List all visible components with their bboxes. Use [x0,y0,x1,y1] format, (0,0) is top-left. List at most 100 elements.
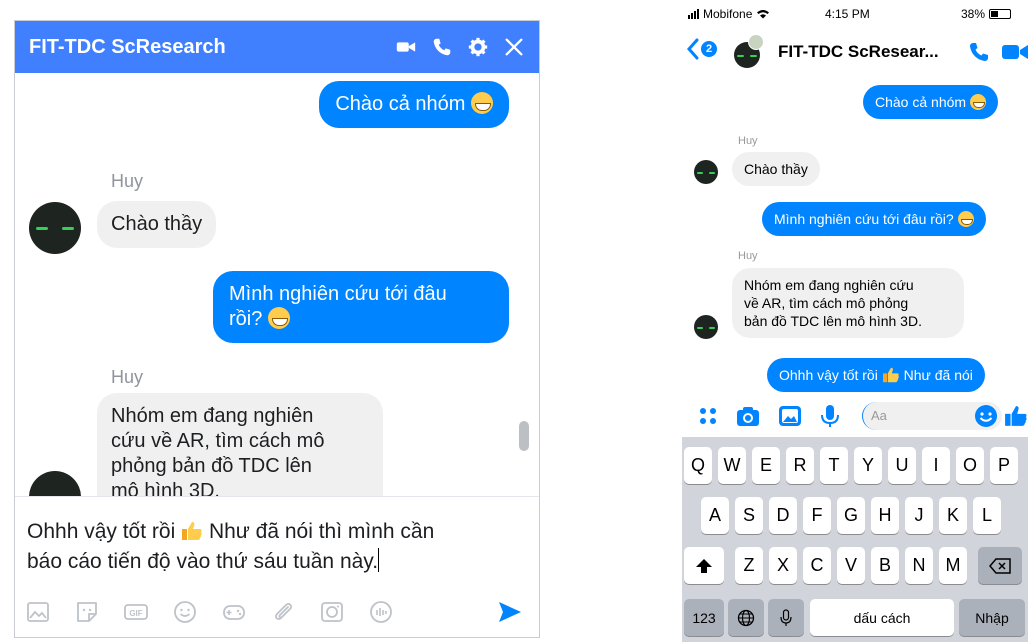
message-text: Mình nghiên cứu tới đâu [229,283,447,305]
compose-toolbar: GIF [25,597,525,627]
avatar[interactable] [694,315,718,339]
phone-call-icon[interactable] [431,36,453,58]
chat-title[interactable]: FIT-TDC ScResearch [29,36,381,59]
signal-icon [688,9,700,19]
backspace-key[interactable] [978,547,1022,584]
smile-emoji-icon [267,307,290,329]
key-l[interactable]: L [973,497,1001,534]
message-input[interactable]: Ohhh vậy tốt rồi Như đã nói thì mình cần… [27,517,527,577]
shift-key[interactable] [684,547,724,584]
group-avatar-secondary [748,34,764,50]
avatar[interactable] [29,202,81,254]
message-list[interactable]: Chào cả nhóm Huy Chào thầy Mình nghiên c… [15,73,539,496]
key-o[interactable]: O [956,447,984,484]
unread-badge: 2 [701,41,717,57]
incoming-message[interactable]: Nhóm em đang nghiên cứu về AR, tìm cách … [732,268,964,338]
settings-gear-icon[interactable] [467,36,489,58]
video-call-icon[interactable] [395,36,417,58]
emoji-icon[interactable] [974,404,998,428]
incoming-message[interactable]: Nhóm em đang nghiên cứu về AR, tìm cách … [97,393,383,496]
return-key[interactable]: Nhập [959,599,1025,636]
clock: 4:15 PM [825,7,870,21]
attach-paperclip-icon[interactable] [270,599,296,625]
like-thumbs-up-icon[interactable] [1004,404,1028,428]
incoming-message[interactable]: Chào thầy [97,201,217,248]
avatar[interactable] [694,160,718,184]
back-button[interactable]: 2 [686,38,717,60]
camera-icon[interactable] [319,599,345,625]
key-y[interactable]: Y [854,447,882,484]
gif-icon[interactable]: GIF [123,599,149,625]
key-i[interactable]: I [922,447,950,484]
key-m[interactable]: M [939,547,967,584]
message-text: Ohhh vậy tốt rồi [779,367,878,383]
key-u[interactable]: U [888,447,916,484]
key-w[interactable]: W [718,447,746,484]
video-call-icon[interactable] [1002,42,1028,62]
audio-clip-icon[interactable] [368,599,394,625]
key-q[interactable]: Q [684,447,712,484]
scrollbar-thumb[interactable] [519,421,529,451]
carrier-name: Mobifone [703,7,753,21]
microphone-icon[interactable] [818,404,842,428]
key-k[interactable]: K [939,497,967,534]
text-caret [378,548,380,572]
key-n[interactable]: N [905,547,933,584]
outgoing-message[interactable]: Chào cả nhóm [319,81,509,128]
message-line: bản đồ TDC lên mô hình 3D. [744,313,922,329]
sender-name: Huy [111,171,144,191]
compose-area[interactable]: Ohhh vậy tốt rồi Như đã nói thì mình cần… [15,496,539,637]
numbers-key[interactable]: 123 [684,599,724,636]
key-d[interactable]: D [769,497,797,534]
battery-percent: 38% [961,7,986,21]
message-line: mô hình 3D. [111,480,220,496]
key-h[interactable]: H [871,497,899,534]
key-j[interactable]: J [905,497,933,534]
compose-text-part: báo cáo tiến độ vào thứ sáu tuần này. [27,550,379,573]
key-f[interactable]: F [803,497,831,534]
desktop-chat-window: FIT-TDC ScResearch Chào cả nhóm Huy Chào… [14,20,540,638]
outgoing-message[interactable]: Mình nghiên cứu tới đâu rồi? [762,202,986,236]
close-icon[interactable] [503,36,525,58]
wifi-icon [757,10,770,19]
sender-name: Huy [111,367,144,387]
key-c[interactable]: C [803,547,831,584]
microphone-icon [780,608,792,626]
more-dots-icon[interactable] [696,404,720,428]
key-r[interactable]: R [786,447,814,484]
emoji-icon[interactable] [172,599,198,625]
chat-header: FIT-TDC ScResearch [15,21,539,73]
outgoing-message[interactable]: Mình nghiên cứu tới đâu rồi? [213,271,509,343]
key-g[interactable]: G [837,497,865,534]
key-v[interactable]: V [837,547,865,584]
space-key[interactable]: dấu cách [810,599,954,636]
sticker-icon[interactable] [74,599,100,625]
outgoing-message[interactable]: Ohhh vậy tốt rồi Như đã nói [767,358,985,392]
globe-icon [737,609,755,626]
message-text: rồi? [229,308,263,330]
photo-icon[interactable] [25,599,51,625]
outgoing-message[interactable]: Chào cả nhóm [863,85,998,119]
key-s[interactable]: S [735,497,763,534]
phone-call-icon[interactable] [967,40,991,64]
message-line: cứu về AR, tìm cách mô [111,430,325,452]
gallery-icon[interactable] [778,404,802,428]
key-t[interactable]: T [820,447,848,484]
key-z[interactable]: Z [735,547,763,584]
key-a[interactable]: A [701,497,729,534]
key-b[interactable]: B [871,547,899,584]
dictation-key[interactable] [768,599,804,636]
avatar[interactable] [29,471,81,496]
key-p[interactable]: P [990,447,1018,484]
message-line: Nhóm em đang nghiên [111,405,314,427]
key-e[interactable]: E [752,447,780,484]
incoming-message[interactable]: Chào thầy [732,152,820,186]
message-line: Nhóm em đang nghiên cứu [744,277,914,293]
backspace-icon [989,557,1011,574]
camera-icon[interactable] [736,404,760,428]
game-controller-icon[interactable] [221,599,247,625]
send-icon[interactable] [497,599,523,625]
key-x[interactable]: X [769,547,797,584]
globe-key[interactable] [728,599,764,636]
chat-title[interactable]: FIT-TDC ScResear... [778,42,939,62]
